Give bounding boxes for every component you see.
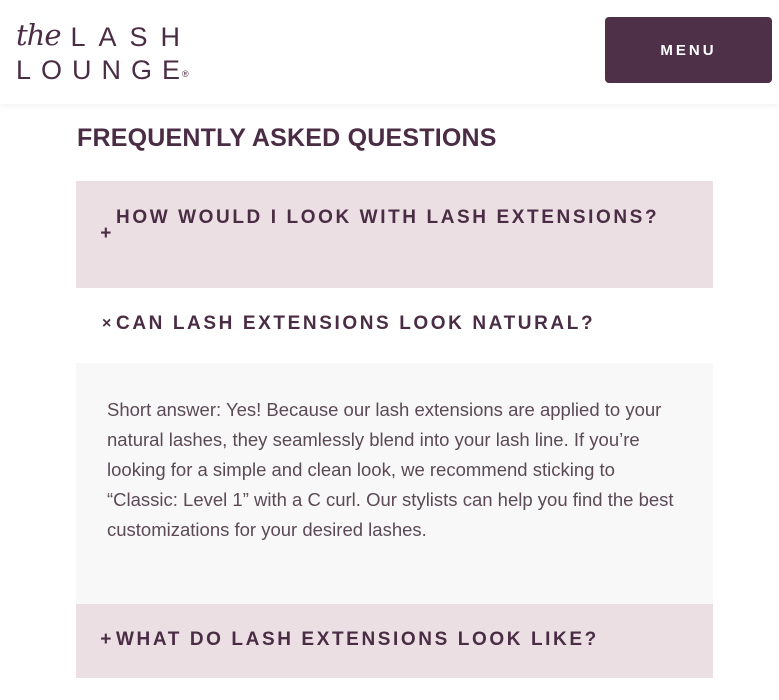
logo-row-top: the LASH: [16, 18, 197, 52]
logo-lash: LASH: [70, 22, 194, 52]
faq-question-label: WHAT DO LASH EXTENSIONS LOOK LIKE?: [116, 629, 599, 650]
close-icon: ×: [102, 315, 114, 332]
logo-row-bottom: LOUNGE®: [16, 54, 197, 86]
faq-question-label: HOW WOULD I LOOK WITH LASH EXTENSIONS?: [116, 207, 660, 228]
logo-lounge: LOUNGE: [16, 55, 191, 85]
site-header: the LASH LOUNGE® MENU: [0, 0, 779, 104]
logo-the: the: [16, 18, 61, 52]
faq-accordion: + HOW WOULD I LOOK WITH LASH EXTENSIONS?…: [76, 181, 713, 678]
registered-mark: ®: [182, 69, 189, 79]
plus-icon: +: [100, 629, 114, 650]
faq-question-look-natural[interactable]: × CAN LASH EXTENSIONS LOOK NATURAL?: [76, 288, 713, 363]
lash-lounge-logo[interactable]: the LASH LOUNGE®: [16, 18, 197, 86]
plus-icon: +: [100, 223, 114, 244]
faq-question-look-with-extensions[interactable]: + HOW WOULD I LOOK WITH LASH EXTENSIONS?: [76, 181, 713, 288]
faq-question-label: CAN LASH EXTENSIONS LOOK NATURAL?: [116, 313, 596, 334]
faq-title: FREQUENTLY ASKED QUESTIONS: [77, 124, 497, 152]
menu-button[interactable]: MENU: [605, 17, 772, 83]
faq-answer: Short answer: Yes! Because our lash exte…: [76, 363, 713, 604]
faq-question-what-look-like[interactable]: + WHAT DO LASH EXTENSIONS LOOK LIKE?: [76, 604, 713, 678]
